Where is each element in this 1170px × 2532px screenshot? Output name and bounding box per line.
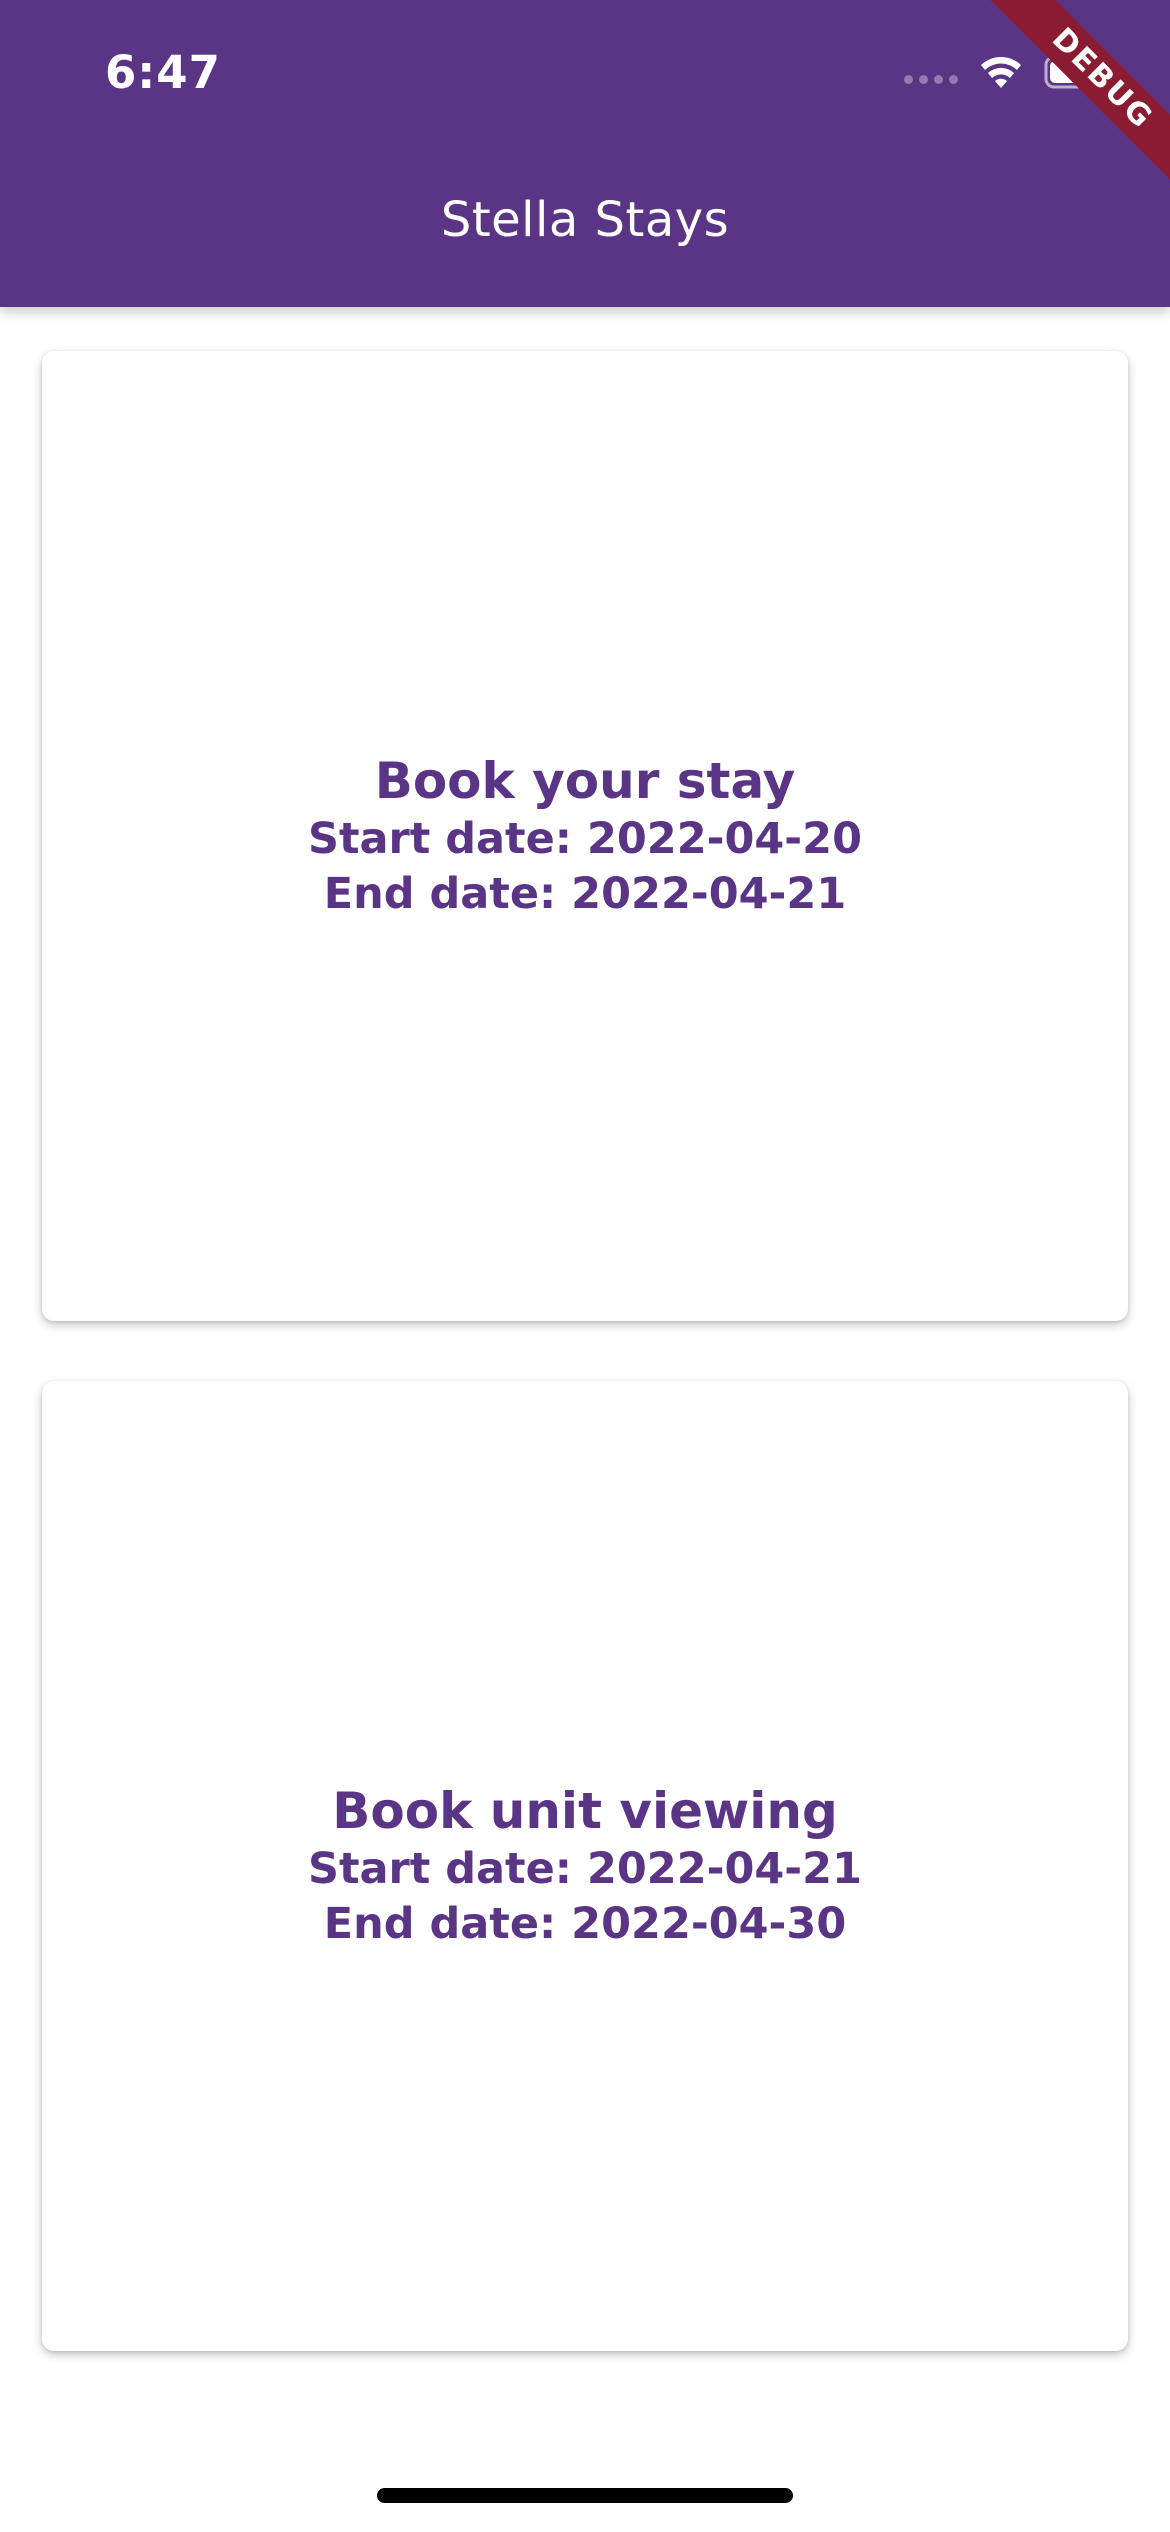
start-date-text: Start date: 2022-04-20 xyxy=(307,814,862,864)
card-title: Book unit viewing xyxy=(332,1782,838,1840)
book-stay-card[interactable]: Book your stay Start date: 2022-04-20 En… xyxy=(42,351,1128,1321)
card-title: Book your stay xyxy=(374,752,796,810)
debug-label: DEBUG xyxy=(972,0,1170,200)
end-date-text: End date: 2022-04-30 xyxy=(323,1899,847,1949)
signal-icon xyxy=(904,74,958,84)
app-screen: 6:47 Stella Stays DEBUG Book your stay S… xyxy=(0,0,1170,2532)
debug-banner: DEBUG xyxy=(970,0,1170,200)
end-date-text: End date: 2022-04-21 xyxy=(323,869,847,919)
status-time: 6:47 xyxy=(105,46,221,99)
start-date-text: Start date: 2022-04-21 xyxy=(307,1844,862,1894)
app-title: Stella Stays xyxy=(440,192,730,248)
home-indicator[interactable] xyxy=(377,2488,793,2503)
book-viewing-card[interactable]: Book unit viewing Start date: 2022-04-21… xyxy=(42,1381,1128,2351)
